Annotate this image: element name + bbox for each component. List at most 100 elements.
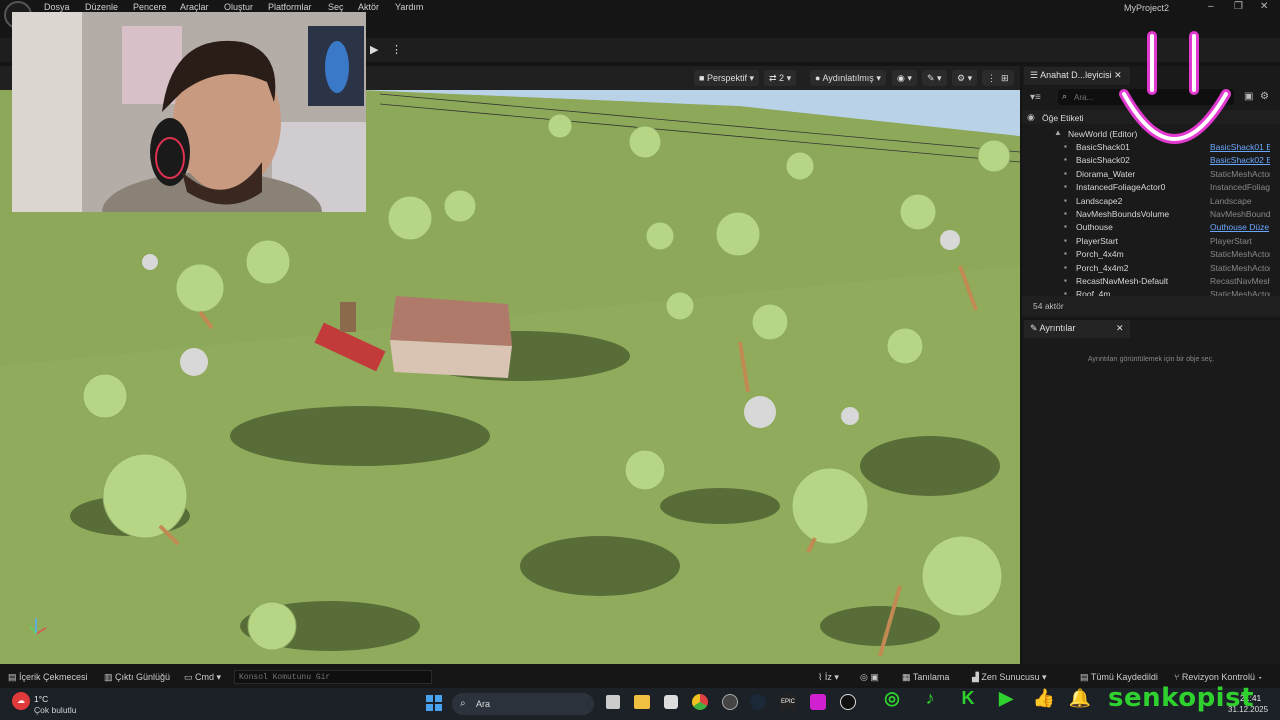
minimize-icon[interactable]: – xyxy=(1208,1,1214,12)
menu-create[interactable]: Oluştur xyxy=(224,2,253,12)
bell-icon: 🔔 xyxy=(1068,688,1092,708)
unreal-taskbar-icon[interactable] xyxy=(840,694,856,710)
all-saved-button[interactable]: ▤ Tümü Kaydedildi xyxy=(1080,672,1158,683)
actor-icon: ▪ xyxy=(1064,276,1067,285)
epic-games-icon[interactable]: EPIC xyxy=(780,694,796,710)
outliner-row[interactable]: ▪ PlayerStart PlayerStart xyxy=(1022,234,1272,247)
actor-icon: ▪ xyxy=(1064,235,1067,245)
maximize-icon[interactable]: ❐ xyxy=(1234,1,1243,12)
close-tab-icon[interactable]: ✕ xyxy=(1116,323,1124,334)
show-dropdown[interactable]: ◉ ▾ xyxy=(892,70,917,86)
revision-control-button[interactable]: ⑂ Revizyon Kontrolü ▾ xyxy=(1174,672,1263,682)
close-icon[interactable]: ✕ xyxy=(1260,1,1268,12)
menu-file[interactable]: Dosya xyxy=(44,2,70,12)
monitor-icon: ▦ xyxy=(902,672,913,682)
outliner-row[interactable]: ▪ Diorama_Water StaticMeshActor xyxy=(1022,167,1272,180)
project-title: MyProject2 xyxy=(1124,3,1170,13)
actor-name: NavMeshBoundsVolume xyxy=(1076,209,1170,219)
cmd-dropdown[interactable]: ▭ Cmd ▾ xyxy=(184,672,221,683)
menu-platforms[interactable]: Platformlar xyxy=(268,2,312,12)
weather-description: Çok bulutlu xyxy=(34,705,77,715)
settings-dropdown[interactable]: ⚙ ▾ xyxy=(952,70,978,86)
actor-type: Landscape xyxy=(1210,195,1252,206)
actor-count: 54 aktör xyxy=(1033,301,1064,311)
edit-icon: ✎ xyxy=(1030,323,1040,333)
actor-type: StaticMeshActor xyxy=(1210,249,1270,260)
app-icon[interactable] xyxy=(810,694,826,710)
lighting-dropdown[interactable]: ● Aydınlatılmış ▾ xyxy=(810,70,886,86)
content-drawer-button[interactable]: ▤ İçerik Çekmecesi xyxy=(8,672,88,683)
details-empty-message: Ayrıntıları görüntülemek için bir obje s… xyxy=(1087,356,1215,363)
weather-temperature: 1°C xyxy=(34,694,49,704)
actor-type: RecastNavMesh xyxy=(1210,276,1270,286)
layout-icon[interactable]: ⊞ xyxy=(996,70,1014,86)
details-panel xyxy=(1022,320,1280,664)
obs-icon[interactable] xyxy=(722,694,738,710)
outliner-row[interactable]: ▪ Landscape2 Landscape xyxy=(1022,194,1272,207)
actor-icon: ▪ xyxy=(1064,209,1067,218)
menu-tools[interactable]: Araçlar xyxy=(180,2,209,12)
world-icon: ▲ xyxy=(1054,128,1062,137)
store-icon[interactable] xyxy=(664,695,678,709)
zen-server-button[interactable]: ▟ Zen Sunucusu ▾ xyxy=(972,672,1047,683)
settings-icon[interactable]: ⚙ xyxy=(1260,91,1269,102)
outliner-row[interactable]: ▪ Outhouse Outhouse Düze xyxy=(1022,220,1272,233)
outliner-row[interactable]: ▪ Porch_4x4m2 StaticMeshActor xyxy=(1022,261,1272,274)
streamer-handle: senkopist xyxy=(1108,683,1255,713)
chrome-icon[interactable] xyxy=(692,694,708,710)
youtube-icon: ▶ xyxy=(999,688,1013,708)
camera-record-icon[interactable]: ◎ ▣ xyxy=(860,672,879,683)
perspective-dropdown[interactable]: ■ Perspektif ▾ xyxy=(694,70,759,86)
branch-icon: ⑂ xyxy=(1174,672,1182,682)
outliner-row[interactable]: ▪ Porch_4x4m StaticMeshActor xyxy=(1022,247,1272,260)
terminal-icon: ▭ xyxy=(184,672,196,682)
kick-icon: K xyxy=(961,688,975,708)
actor-type: NavMeshBound xyxy=(1210,209,1270,219)
menu-window[interactable]: Pencere xyxy=(133,2,167,12)
derived-data-button[interactable]: ▦ Tanılama xyxy=(902,672,949,683)
windows-start-icon[interactable] xyxy=(426,695,442,711)
search-icon: ⌕ xyxy=(460,698,466,709)
taskbar-search[interactable]: ⌕ Ara xyxy=(452,693,594,715)
console-input[interactable] xyxy=(239,672,427,683)
actor-name: RecastNavMesh-Default xyxy=(1076,276,1169,286)
menu-select[interactable]: Seç xyxy=(328,2,344,12)
task-view-icon[interactable] xyxy=(606,695,620,709)
output-log-button[interactable]: ▥ Çıktı Günlüğü xyxy=(104,672,170,683)
trace-button[interactable]: ⌇ İz ▾ xyxy=(818,672,839,683)
file-explorer-icon[interactable] xyxy=(634,695,650,709)
tiktok-icon: ♪ xyxy=(925,688,935,708)
actor-name: InstancedFoliageActor0 xyxy=(1076,182,1166,193)
more-options-icon[interactable]: ⋮ xyxy=(391,43,402,56)
weather-icon[interactable]: ☁ xyxy=(12,692,30,710)
actor-name: Porch_4x4m xyxy=(1076,249,1124,260)
visibility-icon[interactable]: ◉ xyxy=(1027,112,1035,123)
server-icon: ▟ xyxy=(972,672,982,682)
menu-help[interactable]: Yardım xyxy=(395,2,423,12)
transform-dropdown[interactable]: ✎ ▾ xyxy=(922,70,947,86)
like-icon: 👍 xyxy=(1032,688,1056,708)
camera-icon: ■ xyxy=(699,73,707,83)
outliner-row[interactable]: ▪ InstancedFoliageActor0 InstancedFoliage xyxy=(1022,180,1272,193)
filter-icon[interactable]: ▾≡ xyxy=(1030,92,1041,103)
menu-edit[interactable]: Düzenle xyxy=(85,2,118,12)
fov-dropdown[interactable]: ⇄ 2 ▾ xyxy=(764,70,797,86)
outliner-row[interactable]: ▪ NavMeshBoundsVolume NavMeshBound xyxy=(1022,207,1272,220)
steam-icon[interactable] xyxy=(750,694,766,710)
smiley-overlay xyxy=(1119,31,1231,144)
instagram-icon: ◎ xyxy=(884,688,900,708)
actor-icon: ▪ xyxy=(1064,155,1067,165)
actor-type: StaticMeshActor xyxy=(1210,262,1270,273)
actor-type[interactable]: Outhouse Düze xyxy=(1210,222,1270,232)
add-folder-icon[interactable]: ▣ xyxy=(1244,91,1253,102)
outliner-row[interactable]: ▪ RecastNavMesh-Default RecastNavMesh xyxy=(1022,274,1272,287)
actor-icon: ▪ xyxy=(1064,249,1067,259)
play-icon[interactable]: ▶ xyxy=(370,43,378,56)
webcam-overlay xyxy=(12,12,366,212)
tab-details[interactable]: ✎ Ayrıntılar ✕ xyxy=(1024,320,1130,338)
snap-icon: ✎ xyxy=(927,73,935,83)
column-item-label: Öğe Etiketi xyxy=(1042,113,1084,123)
console-field[interactable] xyxy=(234,670,432,684)
save-icon: ▤ xyxy=(1080,672,1091,682)
menu-actor[interactable]: Aktör xyxy=(358,2,379,12)
